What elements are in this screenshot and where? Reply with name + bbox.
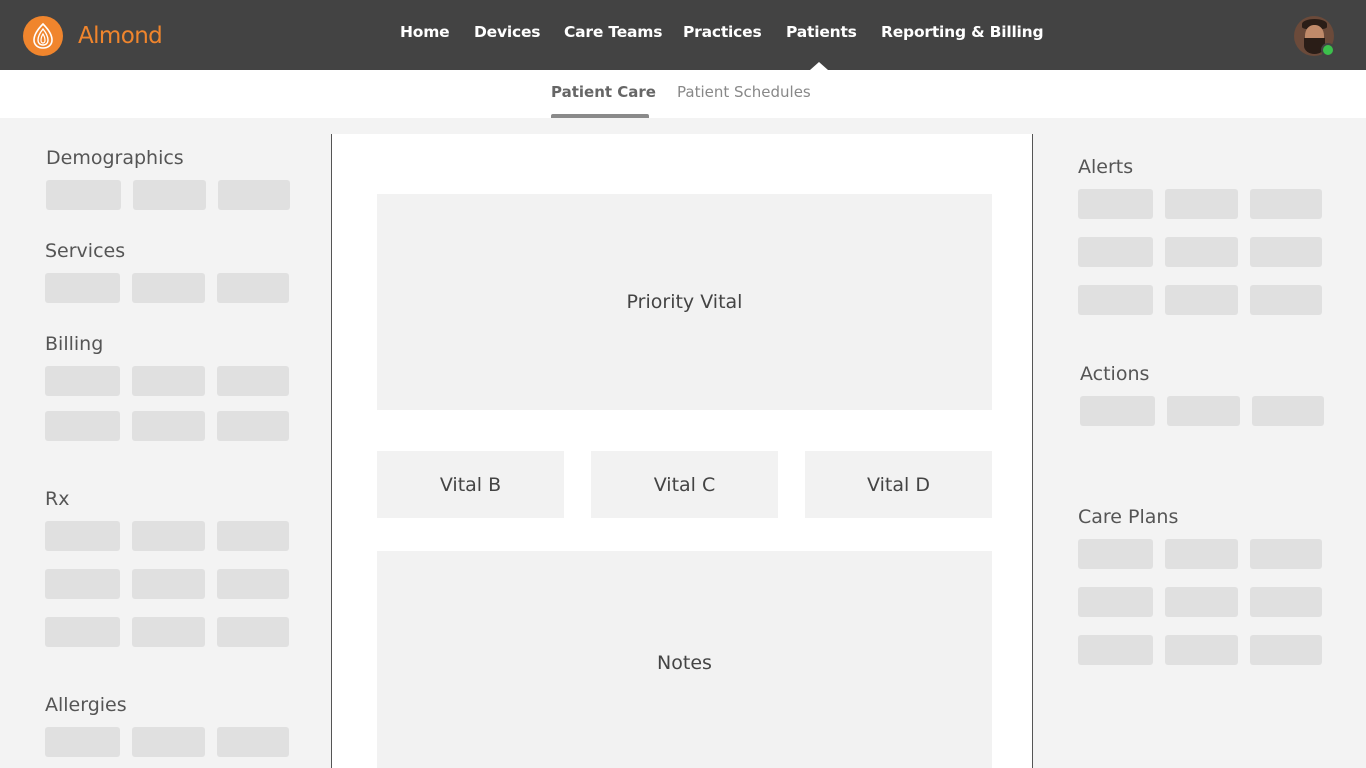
alerts-item[interactable] (1250, 285, 1322, 315)
alerts-item[interactable] (1165, 237, 1238, 267)
billing-item[interactable] (45, 366, 120, 396)
care-plans-item[interactable] (1250, 539, 1322, 569)
vital-c-card[interactable]: Vital C (591, 451, 778, 518)
nav-devices[interactable]: Devices (474, 23, 541, 41)
main-nav: Home Devices Care Teams Practices Patien… (0, 0, 1366, 70)
rx-item[interactable] (132, 521, 205, 551)
section-title-rx: Rx (45, 488, 70, 510)
priority-vital-label: Priority Vital (626, 291, 743, 313)
nav-reporting-billing[interactable]: Reporting & Billing (881, 23, 1044, 41)
section-title-services: Services (45, 240, 126, 262)
care-plans-item[interactable] (1165, 635, 1238, 665)
tab-patient-care[interactable]: Patient Care (551, 83, 656, 101)
care-plans-item[interactable] (1165, 587, 1238, 617)
alerts-item[interactable] (1078, 285, 1153, 315)
alerts-item[interactable] (1078, 237, 1153, 267)
care-plans-item[interactable] (1078, 539, 1153, 569)
services-item[interactable] (132, 273, 205, 303)
rx-item[interactable] (217, 569, 289, 599)
care-plans-item[interactable] (1250, 587, 1322, 617)
active-tab-underline (551, 114, 649, 118)
section-title-actions: Actions (1080, 363, 1150, 385)
nav-practices[interactable]: Practices (683, 23, 762, 41)
billing-item[interactable] (132, 366, 205, 396)
rx-item[interactable] (45, 617, 120, 647)
demographics-item[interactable] (46, 180, 121, 210)
section-title-billing: Billing (45, 333, 104, 355)
section-title-demographics: Demographics (46, 147, 184, 169)
tab-patient-schedules[interactable]: Patient Schedules (677, 83, 811, 101)
sub-navbar: Patient Care Patient Schedules (0, 70, 1366, 118)
main-panel: Priority Vital Vital B Vital C Vital D N… (331, 134, 1033, 768)
nav-care-teams[interactable]: Care Teams (564, 23, 662, 41)
care-plans-item[interactable] (1250, 635, 1322, 665)
services-item[interactable] (217, 273, 289, 303)
demographics-item[interactable] (133, 180, 206, 210)
section-title-care-plans: Care Plans (1078, 506, 1179, 528)
allergies-item[interactable] (45, 727, 120, 757)
vital-b-card[interactable]: Vital B (377, 451, 564, 518)
care-plans-item[interactable] (1078, 635, 1153, 665)
vital-d-card[interactable]: Vital D (805, 451, 992, 518)
priority-vital-card[interactable]: Priority Vital (377, 194, 992, 410)
rx-item[interactable] (45, 521, 120, 551)
vital-d-label: Vital D (867, 473, 930, 496)
section-title-alerts: Alerts (1078, 156, 1134, 178)
online-status-indicator (1321, 43, 1335, 57)
actions-item[interactable] (1080, 396, 1155, 426)
alerts-item[interactable] (1165, 285, 1238, 315)
section-title-allergies: Allergies (45, 694, 127, 716)
actions-item[interactable] (1252, 396, 1324, 426)
notes-label: Notes (657, 651, 712, 674)
allergies-item[interactable] (132, 727, 205, 757)
top-navbar: Almond Home Devices Care Teams Practices… (0, 0, 1366, 70)
billing-item[interactable] (45, 411, 120, 441)
notes-card[interactable]: Notes (377, 551, 992, 768)
allergies-item[interactable] (217, 727, 289, 757)
demographics-item[interactable] (218, 180, 290, 210)
rx-item[interactable] (217, 617, 289, 647)
billing-item[interactable] (217, 411, 289, 441)
services-item[interactable] (45, 273, 120, 303)
care-plans-item[interactable] (1165, 539, 1238, 569)
nav-patients[interactable]: Patients (786, 23, 857, 41)
alerts-item[interactable] (1250, 237, 1322, 267)
rx-item[interactable] (132, 617, 205, 647)
alerts-item[interactable] (1165, 189, 1238, 219)
alerts-item[interactable] (1078, 189, 1153, 219)
nav-home[interactable]: Home (400, 23, 450, 41)
rx-item[interactable] (45, 569, 120, 599)
rx-item[interactable] (132, 569, 205, 599)
rx-item[interactable] (217, 521, 289, 551)
billing-item[interactable] (132, 411, 205, 441)
vital-c-label: Vital C (653, 473, 716, 496)
care-plans-item[interactable] (1078, 587, 1153, 617)
active-nav-indicator (810, 62, 828, 70)
alerts-item[interactable] (1250, 189, 1322, 219)
actions-item[interactable] (1167, 396, 1240, 426)
vital-b-label: Vital B (439, 473, 502, 496)
billing-item[interactable] (217, 366, 289, 396)
